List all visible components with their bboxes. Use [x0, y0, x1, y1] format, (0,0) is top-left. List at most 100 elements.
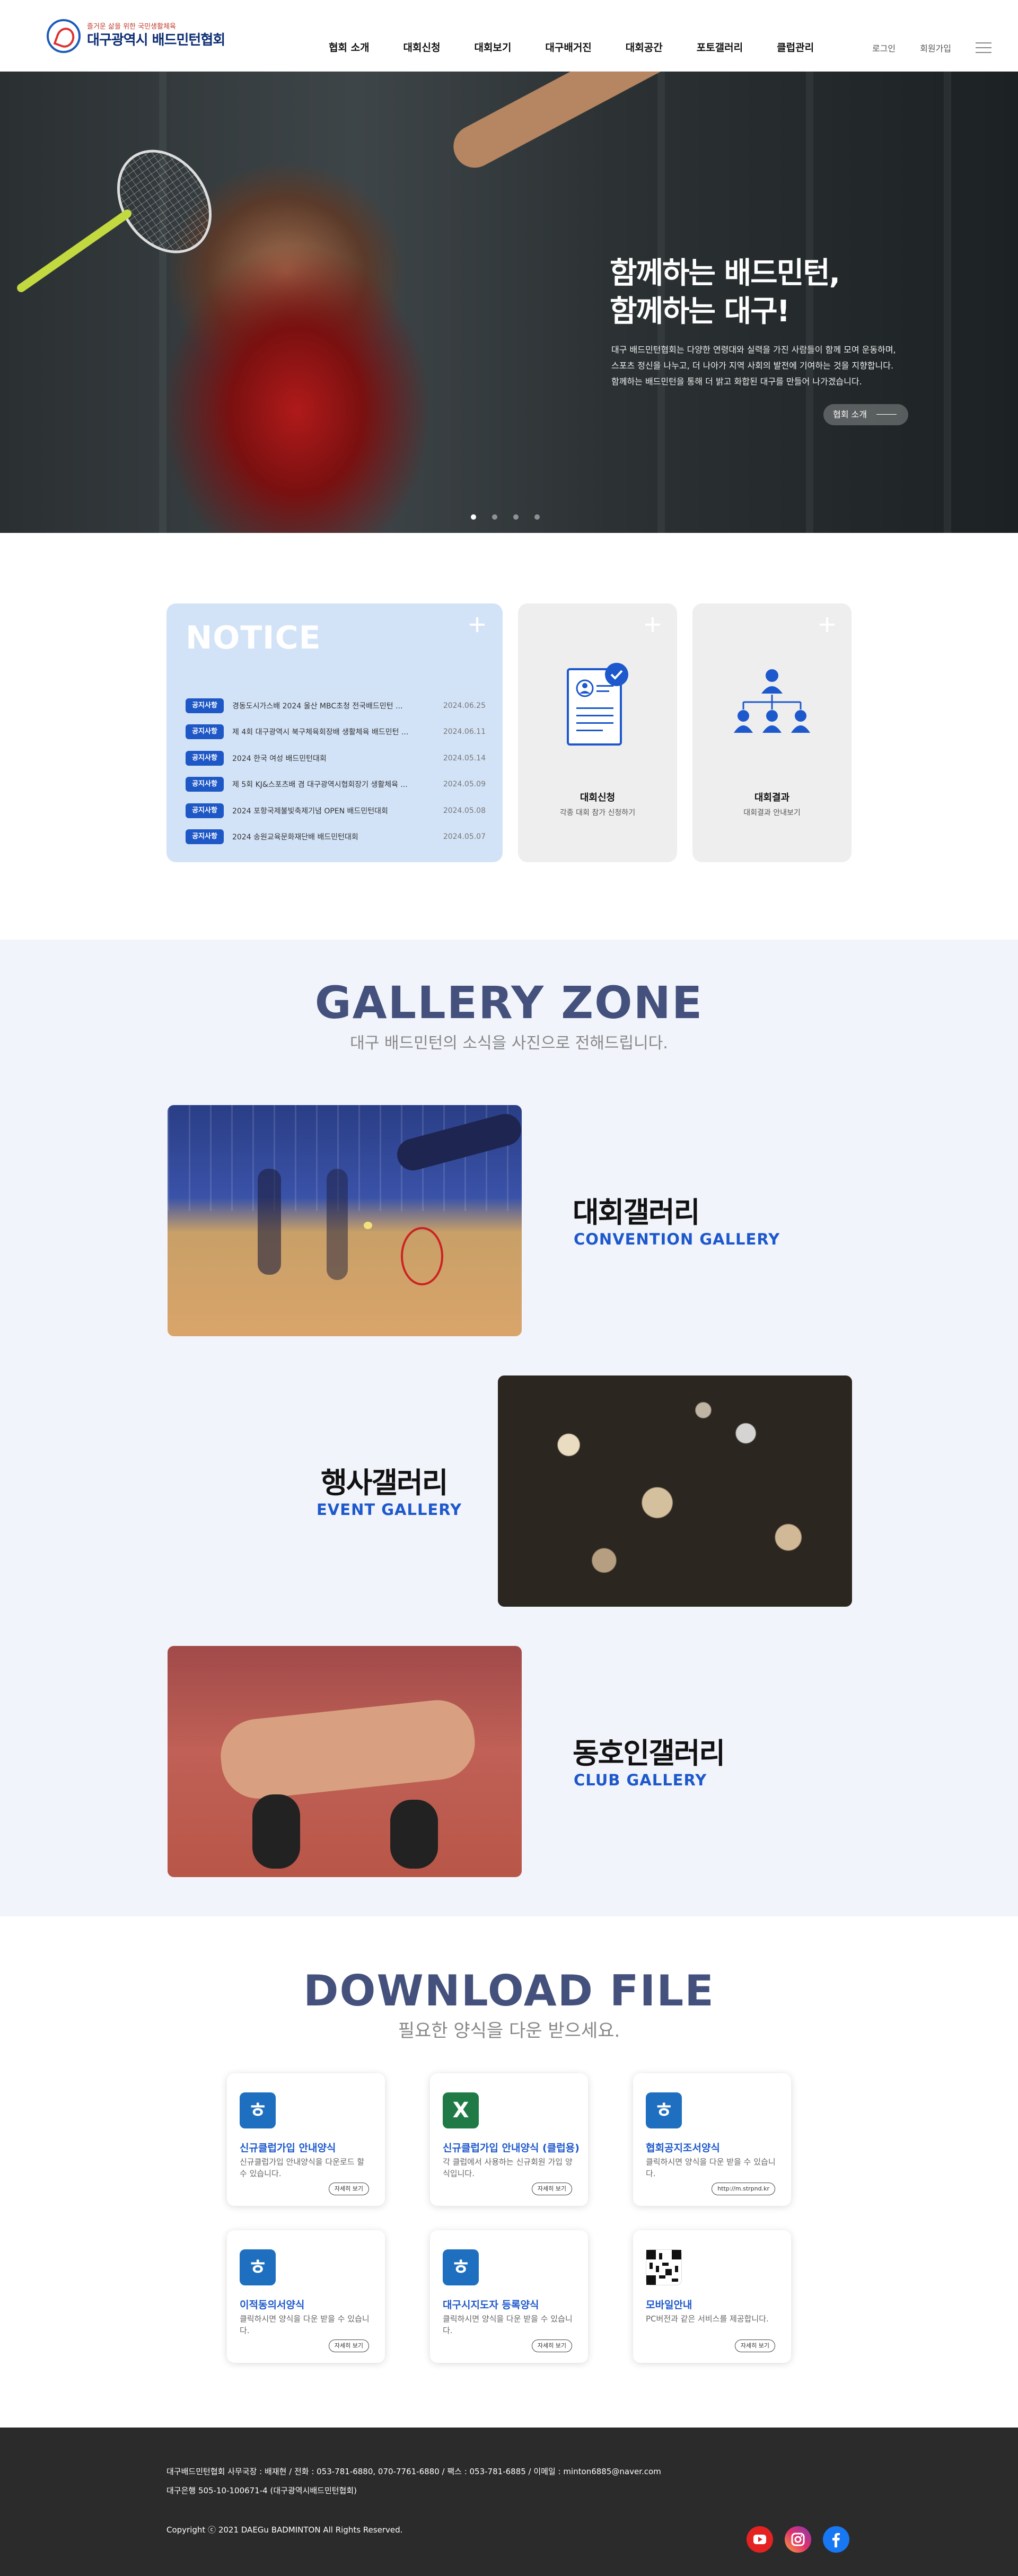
download-detail-button[interactable]: 자세히 보기	[531, 2183, 572, 2195]
notice-badge: 공지사항	[186, 724, 224, 740]
nav-view[interactable]: 대회보기	[474, 40, 511, 54]
about-button[interactable]: 협회 소개	[823, 404, 908, 425]
notice-board: NOTICE 공지사항 경동도시가스배 2024 울산 MBC초청 전국배드민턴 …	[166, 603, 503, 862]
footer-bank: 대구은행 505-10-100671-4 (대구광역시배드민턴협회)	[166, 2486, 357, 2495]
site-footer: 대구배드민턴협회 사무국장 : 배재현 / 전화 : 053-781-6880,…	[0, 2428, 1018, 2576]
convention-gallery-title[interactable]: 대회갤러리	[573, 1189, 700, 1231]
hero-slider: 함께하는 배드민턴, 함께하는 대구! 대구 배드민턴협회는 다양한 연령대와 …	[0, 72, 1018, 533]
card-plus-icon	[820, 617, 835, 632]
login-link[interactable]: 로그인	[872, 41, 896, 54]
notice-item[interactable]: 공지사항 제 4회 대구광역시 북구체육회장배 생활체육 배드민턴 ... 2024…	[186, 719, 486, 746]
quick-card-apply[interactable]: 대회신청 각종 대회 참가 신청하기	[518, 603, 677, 862]
join-link[interactable]: 회원가입	[920, 41, 951, 54]
download-detail-button[interactable]: 자세히 보기	[328, 2183, 369, 2195]
slide-dot-1[interactable]	[471, 514, 476, 520]
card-subtitle: 각종 대회 참가 신청하기	[559, 809, 636, 817]
convention-gallery-subtitle: CONVENTION GALLERY	[574, 1230, 780, 1248]
hero-description: 대구 배드민턴협회는 다양한 연령대와 실력을 가진 사람들이 함께 모여 운동…	[611, 345, 896, 387]
notice-more-plus-icon[interactable]	[470, 617, 485, 632]
download-card[interactable]: X 신규클럽가입 안내양식 (클럽용) 각 클럽에서 사용하는 신규회원 가입 …	[430, 2073, 588, 2206]
convention-gallery-photo[interactable]	[168, 1105, 522, 1336]
download-card[interactable]: ㅎ 이적동의서양식 클릭하시면 양식을 다운 받을 수 있습니다. 자세히 보기	[227, 2230, 385, 2363]
card-plus-icon	[645, 617, 660, 632]
download-name: 신규클럽가입 안내양식 (클럽용)	[443, 2142, 580, 2154]
notice-item[interactable]: 공지사항 경동도시가스배 2024 울산 MBC초청 전국배드민턴 ... 2024…	[186, 693, 486, 719]
download-section: DOWNLOAD FILE 필요한 양식을 다운 받으세요. ㅎ 신규클럽가입 …	[0, 1916, 1018, 2428]
site-logo[interactable]: 즐거운 삶을 위한 국민생활체육 대구광역시 배드민턴협회	[47, 19, 225, 53]
slide-dot-4[interactable]	[534, 514, 540, 520]
event-gallery-photo[interactable]	[498, 1375, 852, 1607]
notice-item[interactable]: 공지사항 2024 포항국제불빛축제기념 OPEN 배드민턴대회 2024.05.0…	[186, 798, 486, 824]
nav-space[interactable]: 대회공간	[626, 40, 663, 54]
download-card[interactable]: 모바일안내 PC버전과 같은 서비스를 제공합니다. 자세히 보기	[633, 2230, 791, 2363]
download-detail-button[interactable]: 자세히 보기	[734, 2340, 775, 2352]
notice-list: 공지사항 경동도시가스배 2024 울산 MBC초청 전국배드민턴 ... 2024…	[186, 693, 486, 850]
download-name: 대구시지도자 등록양식	[443, 2299, 539, 2311]
application-form-icon	[567, 663, 628, 746]
download-card[interactable]: ㅎ 대구시지도자 등록양식 클릭하시면 양식을 다운 받을 수 있습니다. 자세…	[430, 2230, 588, 2363]
download-detail-button[interactable]: 자세히 보기	[531, 2340, 572, 2352]
gallery-subtitle: 대구 배드민턴의 소식을 사진으로 전해드립니다.	[350, 1034, 668, 1053]
notice-date: 2024.06.11	[443, 728, 486, 737]
card-subtitle: 대회결과 안내보기	[743, 809, 801, 817]
download-subtitle: 필요한 양식을 다운 받으세요.	[398, 2020, 620, 2041]
notice-title: NOTICE	[186, 619, 321, 656]
download-name: 협회공지조서양식	[646, 2142, 720, 2154]
racket-image	[98, 132, 231, 271]
notice-text[interactable]: 2024 한국 여성 배드민턴대회	[232, 753, 434, 764]
hwp-icon: ㅎ	[240, 2249, 276, 2285]
hamburger-menu-icon[interactable]	[976, 42, 991, 53]
instagram-icon[interactable]	[785, 2526, 811, 2553]
nav-apply[interactable]: 대회신청	[403, 40, 441, 54]
card-title: 대회결과	[754, 792, 790, 803]
site-header: 즐거운 삶을 위한 국민생활체육 대구광역시 배드민턴협회 협회 소개 대회신청…	[0, 0, 1018, 72]
quick-card-results[interactable]: 대회결과 대회결과 안내보기	[692, 603, 852, 862]
download-title: DOWNLOAD FILE	[303, 1966, 715, 2016]
notice-item[interactable]: 공지사항 제 5회 KJ&스포츠배 겸 대구광역시협회장기 생활체육 ... 202…	[186, 772, 486, 798]
util-menu: 로그인 회원가입	[848, 41, 991, 54]
club-gallery-photo[interactable]	[168, 1646, 522, 1877]
notice-badge: 공지사항	[186, 698, 224, 713]
club-gallery-title[interactable]: 동호인갤러리	[573, 1730, 725, 1772]
player-arm-image	[446, 72, 709, 176]
notice-text[interactable]: 2024 포항국제불빛축제기념 OPEN 배드민턴대회	[232, 805, 434, 816]
notice-item[interactable]: 공지사항 2024 송원교육문화재단배 배드민턴대회 2024.05.07	[186, 824, 486, 851]
notice-date: 2024.06.25	[443, 701, 486, 710]
notice-item[interactable]: 공지사항 2024 한국 여성 배드민턴대회 2024.05.14	[186, 745, 486, 772]
download-card[interactable]: ㅎ 신규클럽가입 안내양식 신규클럽가입 안내양식을 다운로드 할 수 있습니다…	[227, 2073, 385, 2206]
club-gallery-subtitle: CLUB GALLERY	[574, 1771, 707, 1789]
download-desc: 신규클럽가입 안내양식을 다운로드 할 수 있습니다.	[240, 2157, 365, 2178]
download-detail-button[interactable]: 자세히 보기	[328, 2340, 369, 2352]
qr-code-icon	[646, 2249, 682, 2285]
logo-title: 대구광역시 배드민턴협회	[87, 32, 225, 48]
logo-subtitle: 즐거운 삶을 위한 국민생활체육	[87, 23, 176, 31]
notice-badge: 공지사항	[186, 803, 224, 818]
slide-dot-2[interactable]	[492, 514, 497, 520]
download-card[interactable]: ㅎ 협회공지조서양식 클릭하시면 양식을 다운 받을 수 있습니다. http:…	[633, 2073, 791, 2206]
excel-icon: X	[443, 2092, 479, 2128]
notice-text[interactable]: 2024 송원교육문화재단배 배드민턴대회	[232, 831, 434, 842]
nav-magazine[interactable]: 대구배거진	[545, 40, 591, 54]
footer-contact: 대구배드민턴협회 사무국장 : 배재현 / 전화 : 053-781-6880,…	[166, 2467, 661, 2476]
facebook-icon[interactable]	[823, 2526, 849, 2553]
main-nav: 협회 소개 대회신청 대회보기 대구배거진 대회공간 포토갤러리 클럽관리	[329, 40, 848, 54]
card-title: 대회신청	[580, 792, 616, 803]
nav-club[interactable]: 클럽관리	[777, 40, 814, 54]
notice-date: 2024.05.08	[443, 806, 486, 815]
notice-text[interactable]: 제 4회 대구광역시 북구체육회장배 생활체육 배드민턴 ...	[232, 726, 434, 737]
slide-dot-3[interactable]	[513, 514, 519, 520]
notice-text[interactable]: 경동도시가스배 2024 울산 MBC초청 전국배드민턴 ...	[232, 700, 434, 711]
download-desc: 클릭하시면 양식을 다운 받을 수 있습니다.	[240, 2314, 370, 2335]
download-link-button[interactable]: http://m.strpnd.kr	[712, 2183, 775, 2195]
youtube-icon[interactable]	[747, 2526, 773, 2553]
download-name: 신규클럽가입 안내양식	[240, 2142, 336, 2154]
hero-title: 함께하는 배드민턴, 함께하는 대구!	[610, 256, 840, 329]
download-desc: 클릭하시면 양식을 다운 받을 수 있습니다.	[443, 2314, 573, 2335]
download-name: 모바일안내	[646, 2299, 692, 2311]
event-gallery-title[interactable]: 행사갤러리	[321, 1459, 448, 1501]
download-desc: 클릭하시면 양식을 다운 받을 수 있습니다.	[646, 2157, 776, 2178]
nav-photo[interactable]: 포토갤러리	[697, 40, 743, 54]
nav-about[interactable]: 협회 소개	[329, 40, 370, 54]
gallery-zone: GALLERY ZONE 대구 배드민턴의 소식을 사진으로 전해드립니다. 대…	[0, 940, 1018, 1916]
notice-text[interactable]: 제 5회 KJ&스포츠배 겸 대구광역시협회장기 생활체육 ...	[232, 779, 434, 790]
